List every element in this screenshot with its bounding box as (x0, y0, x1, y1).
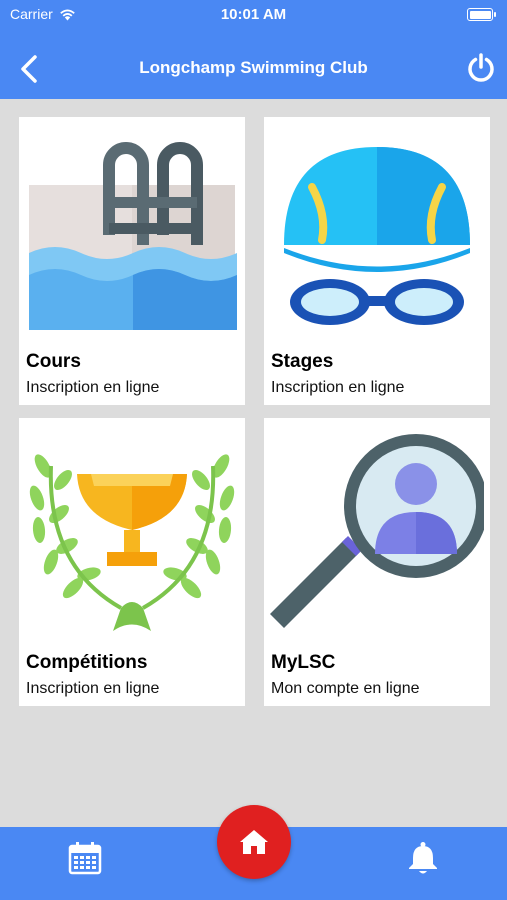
card-title: MyLSC (271, 652, 336, 673)
card-subtitle: Inscription en ligne (26, 379, 160, 396)
card-subtitle: Inscription en ligne (26, 680, 160, 697)
status-time: 10:01 AM (220, 6, 287, 23)
swim-cap-goggles-icon (284, 146, 470, 325)
card-stages[interactable]: Stages Inscription en ligne (264, 117, 490, 405)
user-search-icon (270, 433, 484, 628)
power-icon (468, 53, 494, 82)
card-competitions[interactable]: Compétitions Inscription en ligne (19, 418, 245, 706)
card-title: Compétitions (26, 652, 148, 673)
header: Carrier 10:01 AM Longchamp Swimming Club (0, 0, 507, 99)
home-icon (240, 830, 268, 854)
swimming-pool-icon (29, 141, 237, 330)
card-title: Stages (271, 351, 334, 372)
card-subtitle: Mon compte en ligne (271, 680, 420, 697)
card-mylsc[interactable]: MyLSC Mon compte en ligne (264, 418, 490, 706)
calendar-icon (68, 842, 102, 875)
card-title: Cours (26, 351, 81, 372)
page-title: Longchamp Swimming Club (139, 58, 368, 77)
status-bar: Carrier 10:01 AM (0, 0, 507, 30)
logout-button[interactable] (463, 50, 499, 86)
home-button[interactable] (217, 805, 291, 879)
nav-bar: Longchamp Swimming Club (0, 44, 507, 94)
trophy-icon (29, 453, 235, 631)
battery-icon (467, 8, 496, 21)
bell-icon (409, 842, 437, 874)
tab-calendar[interactable] (68, 841, 102, 875)
card-subtitle: Inscription en ligne (271, 379, 405, 396)
card-cours[interactable]: Cours Inscription en ligne (19, 117, 245, 405)
tab-notifications[interactable] (406, 841, 440, 875)
